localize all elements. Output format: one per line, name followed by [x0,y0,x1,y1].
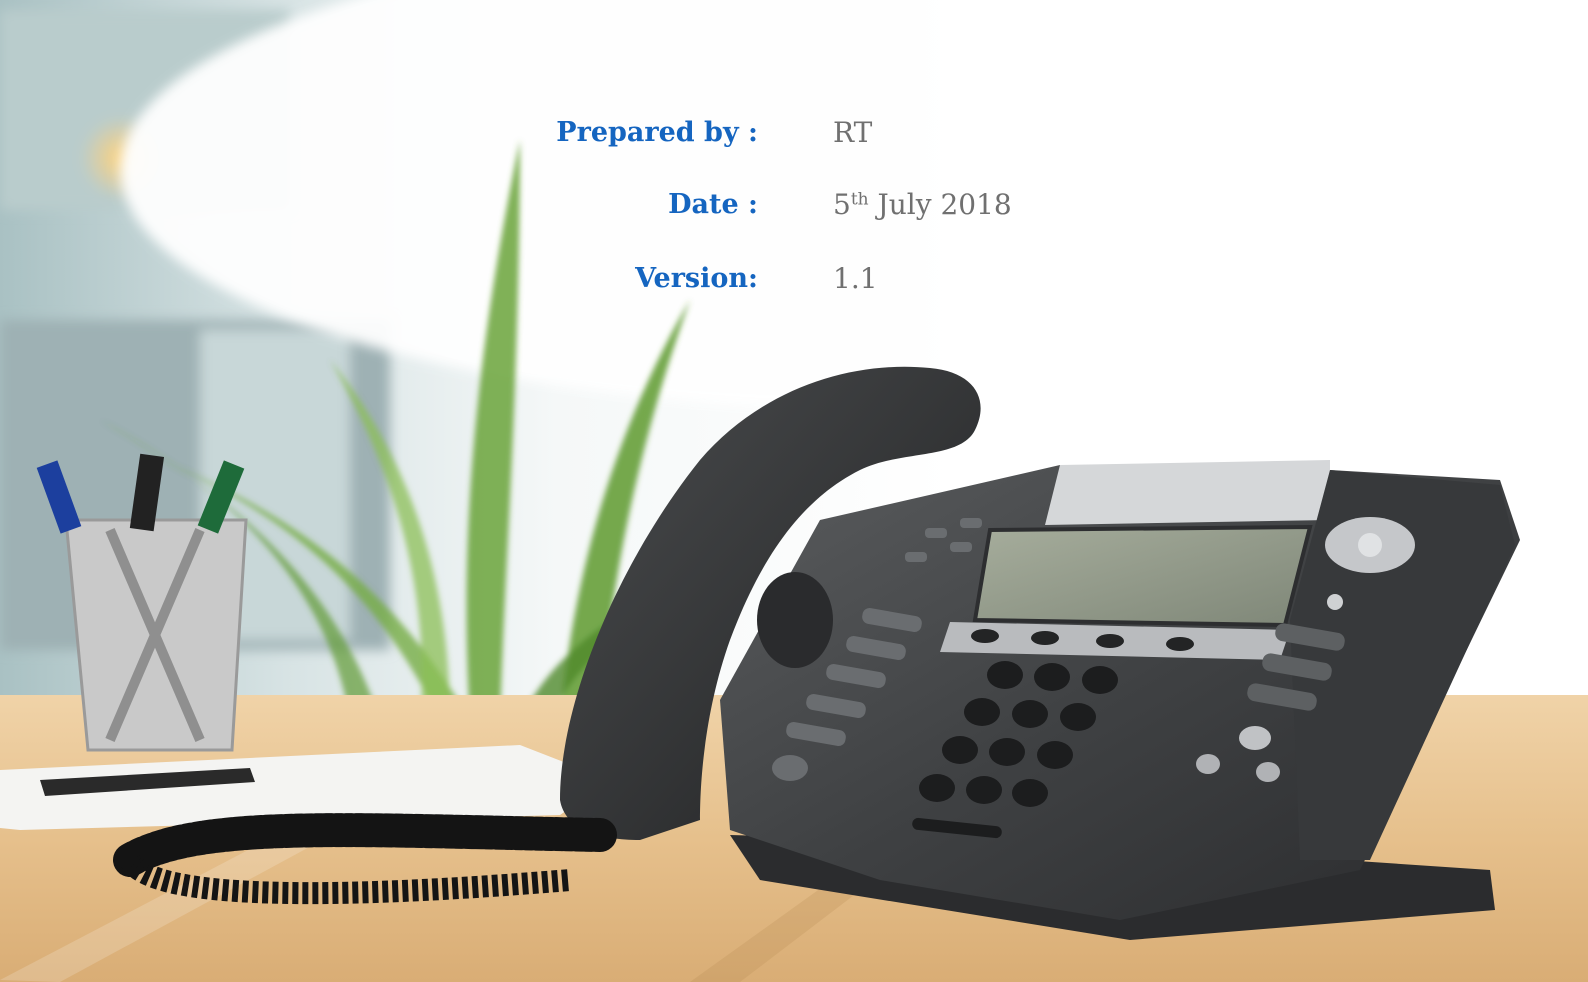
prepared-by-value: RT [833,116,873,149]
document-meta: Prepared by : RT Date : 5th July 2018 Ve… [0,0,1588,320]
prepared-by-label: Prepared by : [556,117,758,148]
version-value: 1.1 [833,262,878,295]
date-month-year: July 2018 [868,188,1012,221]
date-label: Date : [668,189,758,220]
date-ordinal-suffix: th [850,189,869,210]
version-label: Version: [635,263,758,294]
date-value: 5th July 2018 [833,188,1012,222]
date-day: 5 [833,188,851,221]
